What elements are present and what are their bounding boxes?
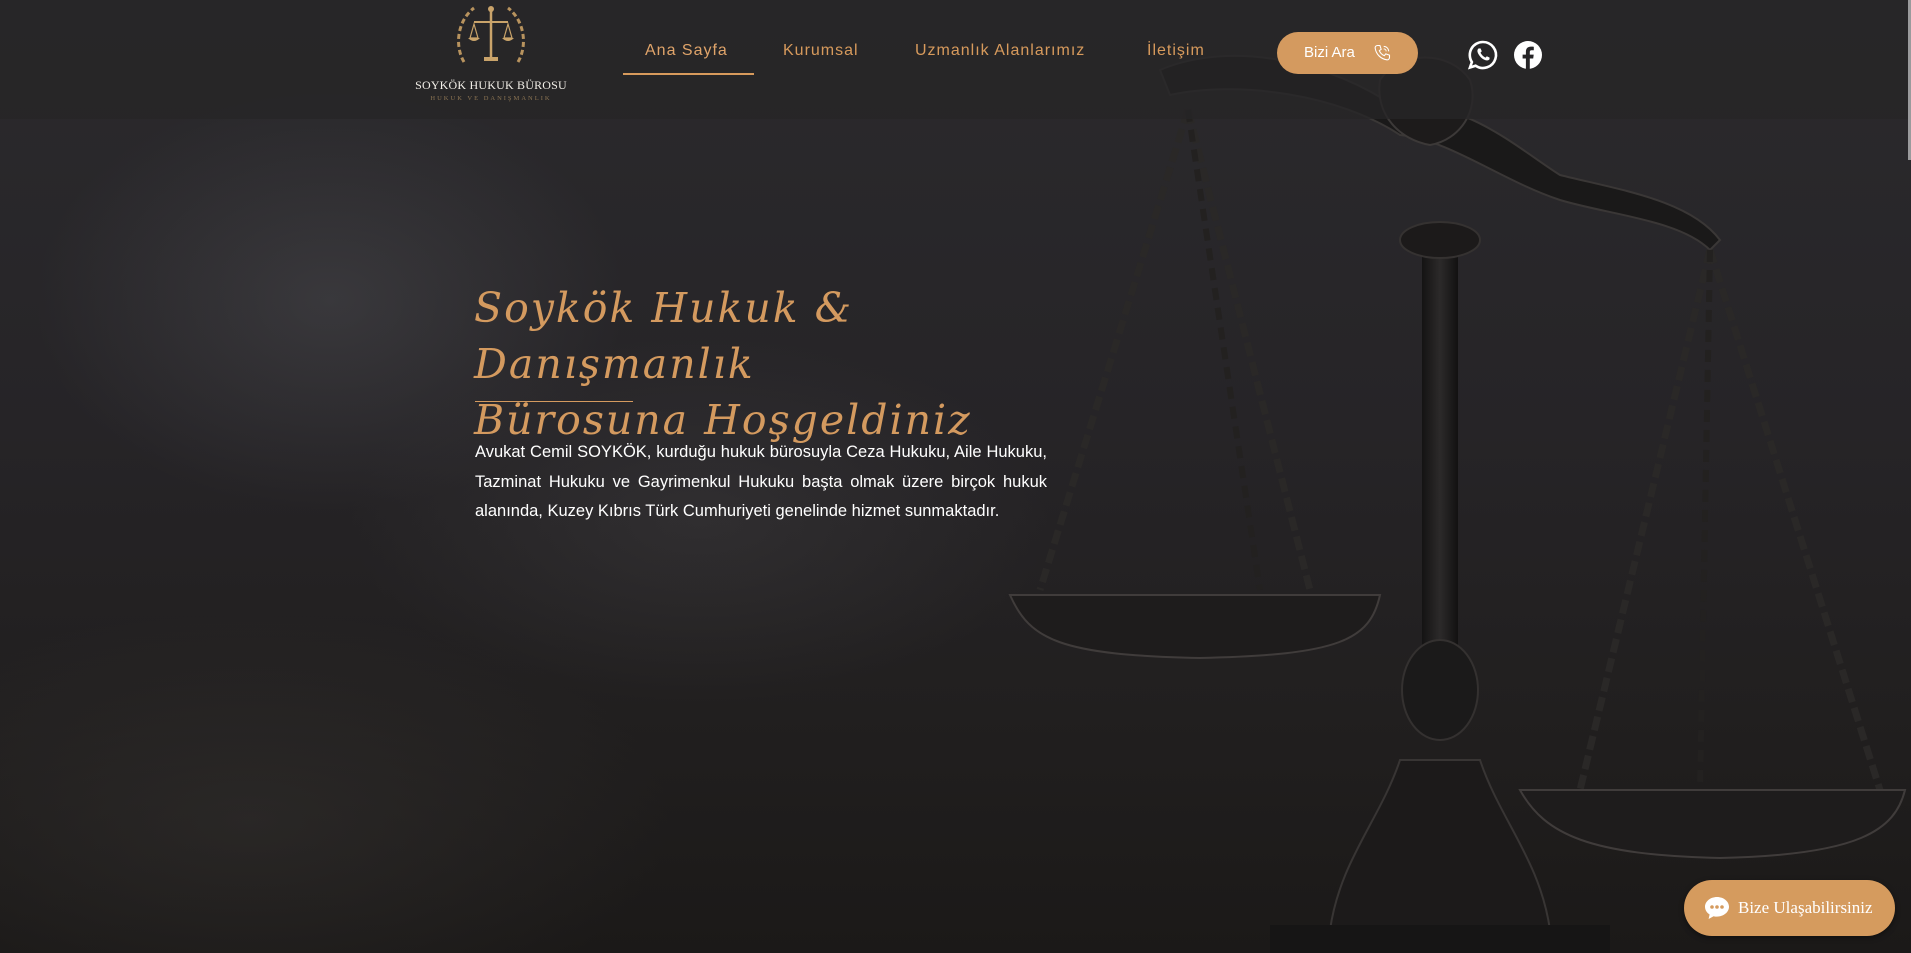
call-button-label: Bizi Ara <box>1304 44 1355 61</box>
nav-item-iletisim[interactable]: İletişim <box>1147 42 1205 60</box>
logo[interactable]: SOYKÖK HUKUK BÜROSU HUKUK VE DANIŞMANLIK <box>412 0 570 108</box>
chat-button-label: Bize Ulaşabilirsiniz <box>1738 898 1873 917</box>
chat-button[interactable]: Bize Ulaşabilirsiniz <box>1684 880 1895 936</box>
facebook-link[interactable] <box>1512 39 1544 71</box>
call-button[interactable]: Bizi Ara <box>1277 32 1418 74</box>
logo-subtitle: HUKUK VE DANIŞMANLIK <box>430 95 552 102</box>
whatsapp-icon <box>1467 40 1498 70</box>
nav-item-uzmanlik-alanlarimiz[interactable]: Uzmanlık Alanlarımız <box>915 42 1085 60</box>
nav-item-ana-sayfa[interactable]: Ana Sayfa <box>645 42 728 60</box>
hero-divider <box>475 401 633 402</box>
logo-name: SOYKÖK HUKUK BÜROSU <box>415 78 567 92</box>
scales-of-justice-icon <box>457 6 525 63</box>
nav-item-kurumsal[interactable]: Kurumsal <box>783 42 859 60</box>
hero-title: Soykök Hukuk & Danışmanlık Bürosuna Hoşg… <box>474 280 1094 448</box>
whatsapp-link[interactable] <box>1467 39 1499 71</box>
hero-title-line-1: Soykök Hukuk & Danışmanlık <box>474 284 854 388</box>
hero-description: Avukat Cemil SOYKÖK, kurduğu hukuk büros… <box>475 443 1047 520</box>
phone-icon <box>1374 44 1391 61</box>
facebook-icon <box>1514 41 1542 69</box>
header: SOYKÖK HUKUK BÜROSU HUKUK VE DANIŞMANLIK… <box>0 0 1911 119</box>
nav-active-underline <box>623 73 754 75</box>
chat-bubble-icon <box>1705 897 1729 919</box>
